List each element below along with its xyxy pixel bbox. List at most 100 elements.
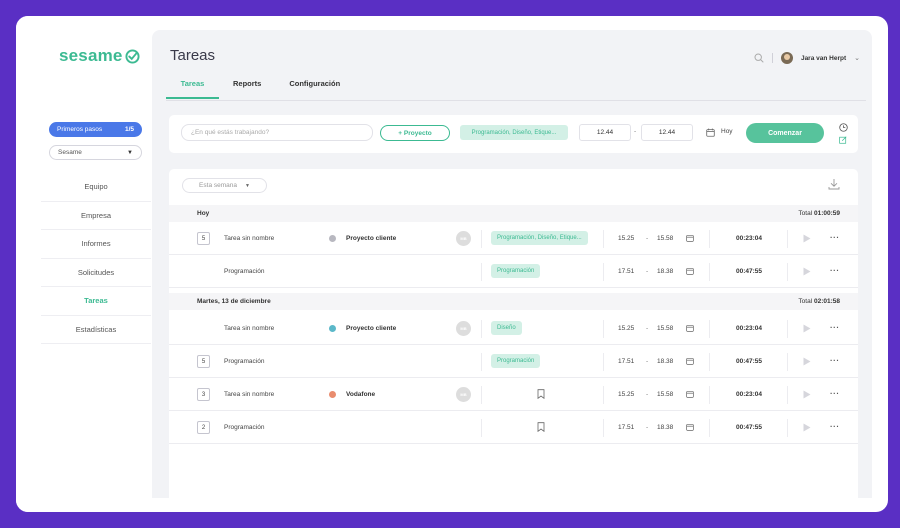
project-name[interactable]: Vodafone (346, 391, 375, 398)
task-name[interactable]: Tarea sin nombre (224, 325, 274, 332)
task-name[interactable]: Programación (224, 268, 264, 275)
clock-icon[interactable] (839, 123, 848, 132)
start-time[interactable]: 15.25 (618, 391, 634, 398)
calendar-icon[interactable] (686, 234, 694, 242)
end-time[interactable]: 15.58 (657, 391, 673, 398)
calendar-icon[interactable] (686, 357, 694, 365)
first-steps-button[interactable]: Primeros pasos 1/5 (49, 122, 142, 137)
table-row[interactable]: 5 Programación Programación 17.51 - 18.3… (169, 346, 858, 378)
task-name[interactable]: Programación (224, 358, 264, 365)
time-separator: - (646, 235, 649, 242)
calendar-icon[interactable] (686, 324, 694, 332)
company-select[interactable]: Sesame ▼ (49, 145, 142, 160)
logo[interactable]: sesame (59, 46, 140, 66)
table-row[interactable]: 2 Programación 17.51 - 18.38 00:47:55 ··… (169, 412, 858, 444)
project-name[interactable]: Proyecto cliente (346, 325, 396, 332)
start-time[interactable]: 15.25 (618, 325, 634, 332)
calendar-icon[interactable] (686, 267, 694, 275)
chevron-down-icon[interactable]: ⌄ (854, 54, 860, 62)
time-separator: - (646, 358, 649, 365)
start-time-field[interactable]: 12.44 (579, 124, 631, 141)
divider (481, 353, 482, 371)
calendar-icon[interactable] (686, 423, 694, 431)
end-time[interactable]: 15.58 (657, 235, 673, 242)
play-icon[interactable] (803, 423, 811, 432)
play-icon[interactable] (803, 324, 811, 333)
duration: 00:23:04 (736, 235, 763, 242)
sidebar-item-empresa[interactable]: Empresa (41, 202, 151, 230)
start-time[interactable]: 17.51 (618, 424, 634, 431)
download-icon[interactable] (828, 178, 840, 190)
task-name[interactable]: Tarea sin nombre (224, 391, 274, 398)
day-group-title: Hoy (197, 210, 210, 217)
start-time[interactable]: 17.51 (618, 358, 634, 365)
duration: 00:23:04 (736, 325, 763, 332)
tab-tareas[interactable]: Tareas (166, 79, 219, 99)
table-row[interactable]: Tarea sin nombre Proyecto cliente MB Dis… (169, 313, 858, 345)
task-name[interactable]: Programación (224, 424, 264, 431)
play-icon[interactable] (803, 267, 811, 276)
end-time[interactable]: 15.58 (657, 325, 673, 332)
table-row[interactable]: 5 Tarea sin nombre Proyecto cliente MB P… (169, 223, 858, 255)
week-filter-select[interactable]: Esta semana ▼ (182, 178, 267, 193)
start-time[interactable]: 17.51 (618, 268, 634, 275)
tab-configuracion[interactable]: Configuración (275, 79, 354, 99)
time-separator: - (646, 268, 649, 275)
caret-down-icon: ▼ (244, 182, 250, 189)
entry-count-badge[interactable]: 2 (197, 421, 210, 434)
tag-chip[interactable]: Diseño (491, 321, 522, 335)
sidebar-item-estadisticas[interactable]: Estadísticas (41, 316, 151, 344)
entry-count-badge[interactable]: 5 (197, 355, 210, 368)
more-options-icon[interactable]: ··· (830, 233, 840, 242)
play-icon[interactable] (803, 390, 811, 399)
task-name[interactable]: Tarea sin nombre (224, 235, 274, 242)
divider (787, 353, 788, 371)
calendar-icon[interactable] (706, 128, 715, 137)
play-icon[interactable] (803, 234, 811, 243)
bookmark-icon[interactable] (537, 389, 545, 399)
divider (787, 320, 788, 338)
project-color-dot (329, 235, 336, 242)
user-name[interactable]: Jara van Herpt (801, 55, 846, 62)
search-icon[interactable] (754, 53, 764, 63)
more-options-icon[interactable]: ··· (830, 356, 840, 365)
tab-reports[interactable]: Reports (219, 79, 275, 99)
start-button[interactable]: Comenzar (746, 123, 824, 143)
divider (771, 53, 773, 63)
entry-count-badge[interactable]: 3 (197, 388, 210, 401)
sidebar-item-equipo[interactable]: Equipo (41, 173, 151, 202)
end-time-field[interactable]: 12.44 (641, 124, 693, 141)
add-project-button[interactable]: + Proyecto (380, 125, 450, 141)
play-icon[interactable] (803, 357, 811, 366)
project-name[interactable]: Proyecto cliente (346, 235, 396, 242)
calendar-icon[interactable] (686, 390, 694, 398)
end-time[interactable]: 18.38 (657, 424, 673, 431)
divider (709, 263, 710, 281)
edit-icon[interactable] (839, 136, 847, 144)
start-time[interactable]: 15.25 (618, 235, 634, 242)
tag-chip[interactable]: Programación (491, 264, 541, 278)
day-group-header: Martes, 13 de diciembre Total 02:01:58 (169, 293, 858, 310)
divider (481, 263, 482, 281)
sidebar-item-informes[interactable]: Informes (41, 230, 151, 259)
more-options-icon[interactable]: ··· (830, 389, 840, 398)
more-options-icon[interactable]: ··· (830, 323, 840, 332)
sidebar-item-solicitudes[interactable]: Solicitudes (41, 259, 151, 287)
end-time[interactable]: 18.38 (657, 358, 673, 365)
more-options-icon[interactable]: ··· (830, 422, 840, 431)
entry-count-badge[interactable]: 5 (197, 232, 210, 245)
day-group-total: Total 01:00:59 (798, 210, 840, 217)
task-input[interactable]: ¿En qué estás trabajando? (181, 124, 373, 141)
date-label[interactable]: Hoy (721, 128, 733, 135)
sidebar-item-tareas[interactable]: Tareas (41, 287, 151, 316)
table-row[interactable]: 3 Tarea sin nombre Vodafone MB 15.25 - 1… (169, 379, 858, 411)
tag-chip[interactable]: Programación, Diseño, Etique... (491, 231, 588, 245)
tags-chip[interactable]: Programación, Diseño, Etique... (460, 125, 568, 140)
table-row[interactable]: Programación Programación 17.51 - 18.38 … (169, 256, 858, 288)
day-group-total: Total 02:01:58 (798, 298, 840, 305)
bookmark-icon[interactable] (537, 422, 545, 432)
end-time[interactable]: 18.38 (657, 268, 673, 275)
more-options-icon[interactable]: ··· (830, 266, 840, 275)
avatar[interactable] (780, 52, 793, 64)
tag-chip[interactable]: Programación (491, 354, 541, 368)
